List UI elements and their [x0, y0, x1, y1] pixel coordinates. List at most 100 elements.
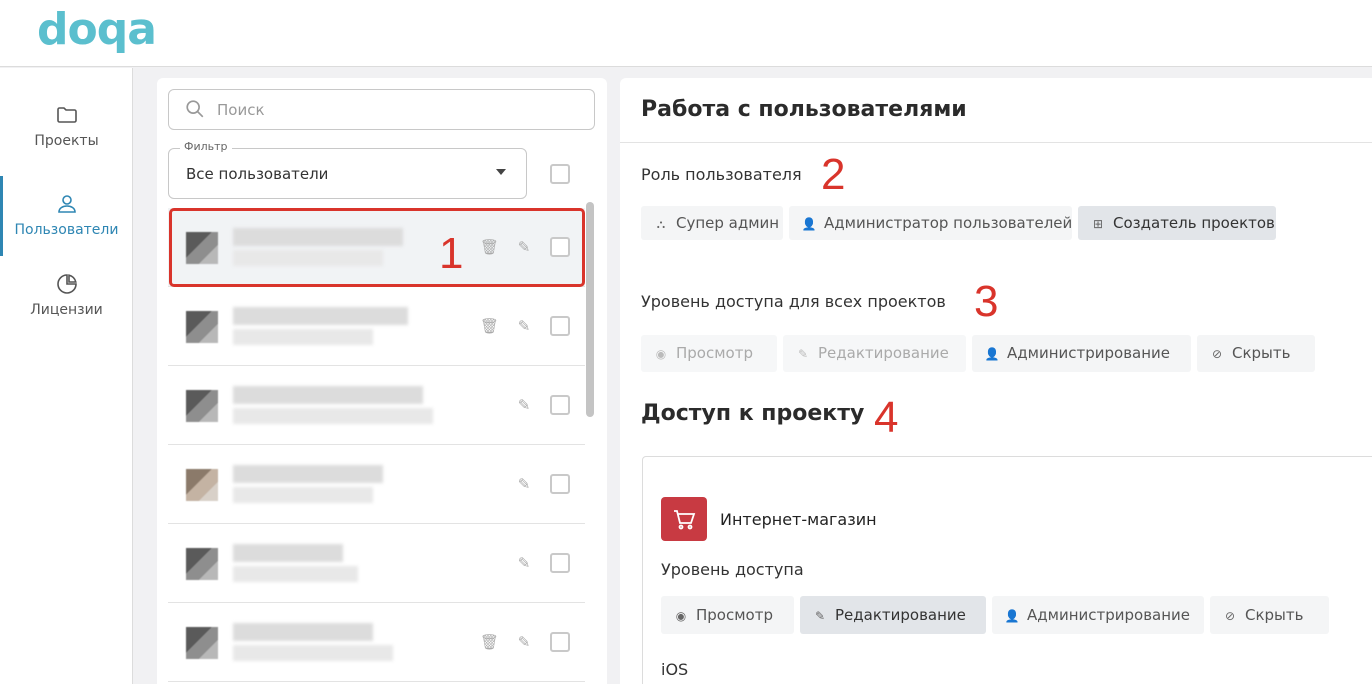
project-section-ios: iOS [661, 660, 689, 679]
filter-label: Фильтр [180, 140, 232, 153]
button-label: Администратор пользователей [824, 214, 1073, 232]
user-name-redacted [233, 307, 408, 325]
folder-icon [56, 107, 77, 123]
row-checkbox[interactable] [550, 553, 570, 573]
access-all-hide-button[interactable]: ⊘ Скрыть [1197, 335, 1315, 372]
app-logo[interactable]: doqa [37, 4, 157, 55]
user-icon [57, 195, 76, 213]
avatar [186, 390, 218, 422]
annotation-number-4: 4 [874, 393, 899, 442]
divider [620, 142, 1372, 143]
filter-select[interactable]: Фильтр Все пользователи [168, 140, 527, 199]
project-icon [661, 497, 707, 541]
user-email-redacted [233, 329, 373, 345]
button-label: Создатель проектов [1113, 214, 1275, 232]
access-all-section-label: Уровень доступа для всех проектов [641, 292, 946, 311]
delete-icon[interactable]: 🗑 [480, 238, 499, 256]
edit-icon[interactable]: ✎ [515, 238, 533, 256]
role-user-admin-button[interactable]: 👤 Администратор пользователей [789, 206, 1072, 240]
row-checkbox[interactable] [550, 474, 570, 494]
access-all-view-button[interactable]: ◉ Просмотр [641, 335, 777, 372]
edit-icon[interactable]: ✎ [515, 633, 533, 651]
delete-icon[interactable]: 🗑 [480, 633, 499, 651]
project-name: Интернет-магазин [720, 510, 877, 529]
project-access-label: Уровень доступа [661, 560, 804, 579]
top-bar: doqa [0, 0, 1372, 67]
project-admin-button[interactable]: 👤 Администрирование [992, 596, 1204, 634]
button-label: Администрирование [1027, 606, 1191, 624]
pie-chart-icon [56, 274, 77, 294]
eye-off-icon: ⊘ [1224, 609, 1236, 623]
user-email-redacted [233, 250, 383, 266]
role-section-label: Роль пользователя [641, 165, 802, 184]
grid-plus-icon: ⊞ [1092, 217, 1104, 231]
user-row[interactable]: ✎ [168, 445, 585, 524]
edit-icon: ✎ [797, 347, 809, 361]
avatar [186, 311, 218, 343]
edit-icon[interactable]: ✎ [515, 396, 533, 414]
filter-value: Все пользователи [186, 165, 329, 183]
scrollbar-thumb[interactable] [586, 202, 594, 417]
avatar [186, 627, 218, 659]
annotation-number-1: 1 [439, 229, 464, 278]
user-name-redacted [233, 544, 343, 562]
edit-icon[interactable]: ✎ [515, 554, 533, 572]
role-project-creator-button[interactable]: ⊞ Создатель проектов [1078, 206, 1276, 240]
avatar [186, 469, 218, 501]
role-super-admin-button[interactable]: ⛬ Супер админ [641, 206, 783, 240]
search-icon [186, 100, 204, 118]
user-email-redacted [233, 645, 393, 661]
access-all-admin-button[interactable]: 👤 Администрирование [972, 335, 1191, 372]
user-row[interactable]: 🗑 ✎ [168, 603, 585, 682]
user-name-redacted [233, 623, 373, 641]
button-label: Супер админ [676, 214, 780, 232]
sidebar-nav: Проекты Пользователи Лицензии [0, 68, 133, 684]
users-list-scrollbar[interactable] [585, 200, 595, 680]
sidebar-item-licenses[interactable]: Лицензии [0, 272, 133, 352]
user-email-redacted [233, 487, 373, 503]
row-checkbox[interactable] [550, 316, 570, 336]
project-access-title: Доступ к проекту [641, 401, 865, 426]
eye-off-icon: ⊘ [1211, 347, 1223, 361]
eye-icon: ◉ [655, 347, 667, 361]
annotation-number-2: 2 [821, 150, 846, 199]
user-icon: 👤 [801, 217, 817, 231]
row-checkbox[interactable] [550, 632, 570, 652]
edit-icon[interactable]: ✎ [515, 317, 533, 335]
button-label: Скрыть [1232, 344, 1291, 362]
edit-icon[interactable]: ✎ [515, 475, 533, 493]
user-name-redacted [233, 228, 403, 246]
project-edit-button[interactable]: ✎ Редактирование [800, 596, 986, 634]
user-row[interactable]: ✎ [168, 366, 585, 445]
user-row[interactable]: 🗑 ✎ [168, 208, 585, 287]
avatar [186, 548, 218, 580]
user-icon: 👤 [1004, 609, 1020, 623]
hierarchy-icon: ⛬ [656, 217, 666, 231]
sidebar-item-users[interactable]: Пользователи [0, 176, 133, 256]
user-details-panel: Работа с пользователями Роль пользовател… [620, 78, 1372, 684]
eye-icon: ◉ [675, 609, 687, 623]
select-all-checkbox[interactable] [550, 164, 570, 184]
search-box[interactable] [168, 89, 595, 130]
users-list: 🗑 ✎ 🗑 ✎ ✎ ✎ ✎ 🗑 ✎ [168, 208, 585, 684]
user-email-redacted [233, 408, 433, 424]
search-input[interactable] [217, 98, 577, 122]
user-row[interactable]: 🗑 ✎ [168, 287, 585, 366]
button-label: Просмотр [676, 344, 753, 362]
row-checkbox[interactable] [550, 395, 570, 415]
button-label: Администрирование [1007, 344, 1171, 362]
button-label: Просмотр [696, 606, 773, 624]
user-email-redacted [233, 566, 358, 582]
annotation-number-3: 3 [974, 277, 999, 326]
sidebar-item-label: Лицензии [30, 302, 103, 318]
sidebar-item-label: Пользователи [14, 222, 119, 238]
row-checkbox[interactable] [550, 237, 570, 257]
project-hide-button[interactable]: ⊘ Скрыть [1210, 596, 1329, 634]
access-all-edit-button[interactable]: ✎ Редактирование [783, 335, 966, 372]
project-view-button[interactable]: ◉ Просмотр [661, 596, 794, 634]
button-label: Скрыть [1245, 606, 1304, 624]
sidebar-item-projects[interactable]: Проекты [0, 103, 133, 183]
delete-icon[interactable]: 🗑 [480, 317, 499, 335]
user-row[interactable]: ✎ [168, 524, 585, 603]
avatar [186, 232, 218, 264]
